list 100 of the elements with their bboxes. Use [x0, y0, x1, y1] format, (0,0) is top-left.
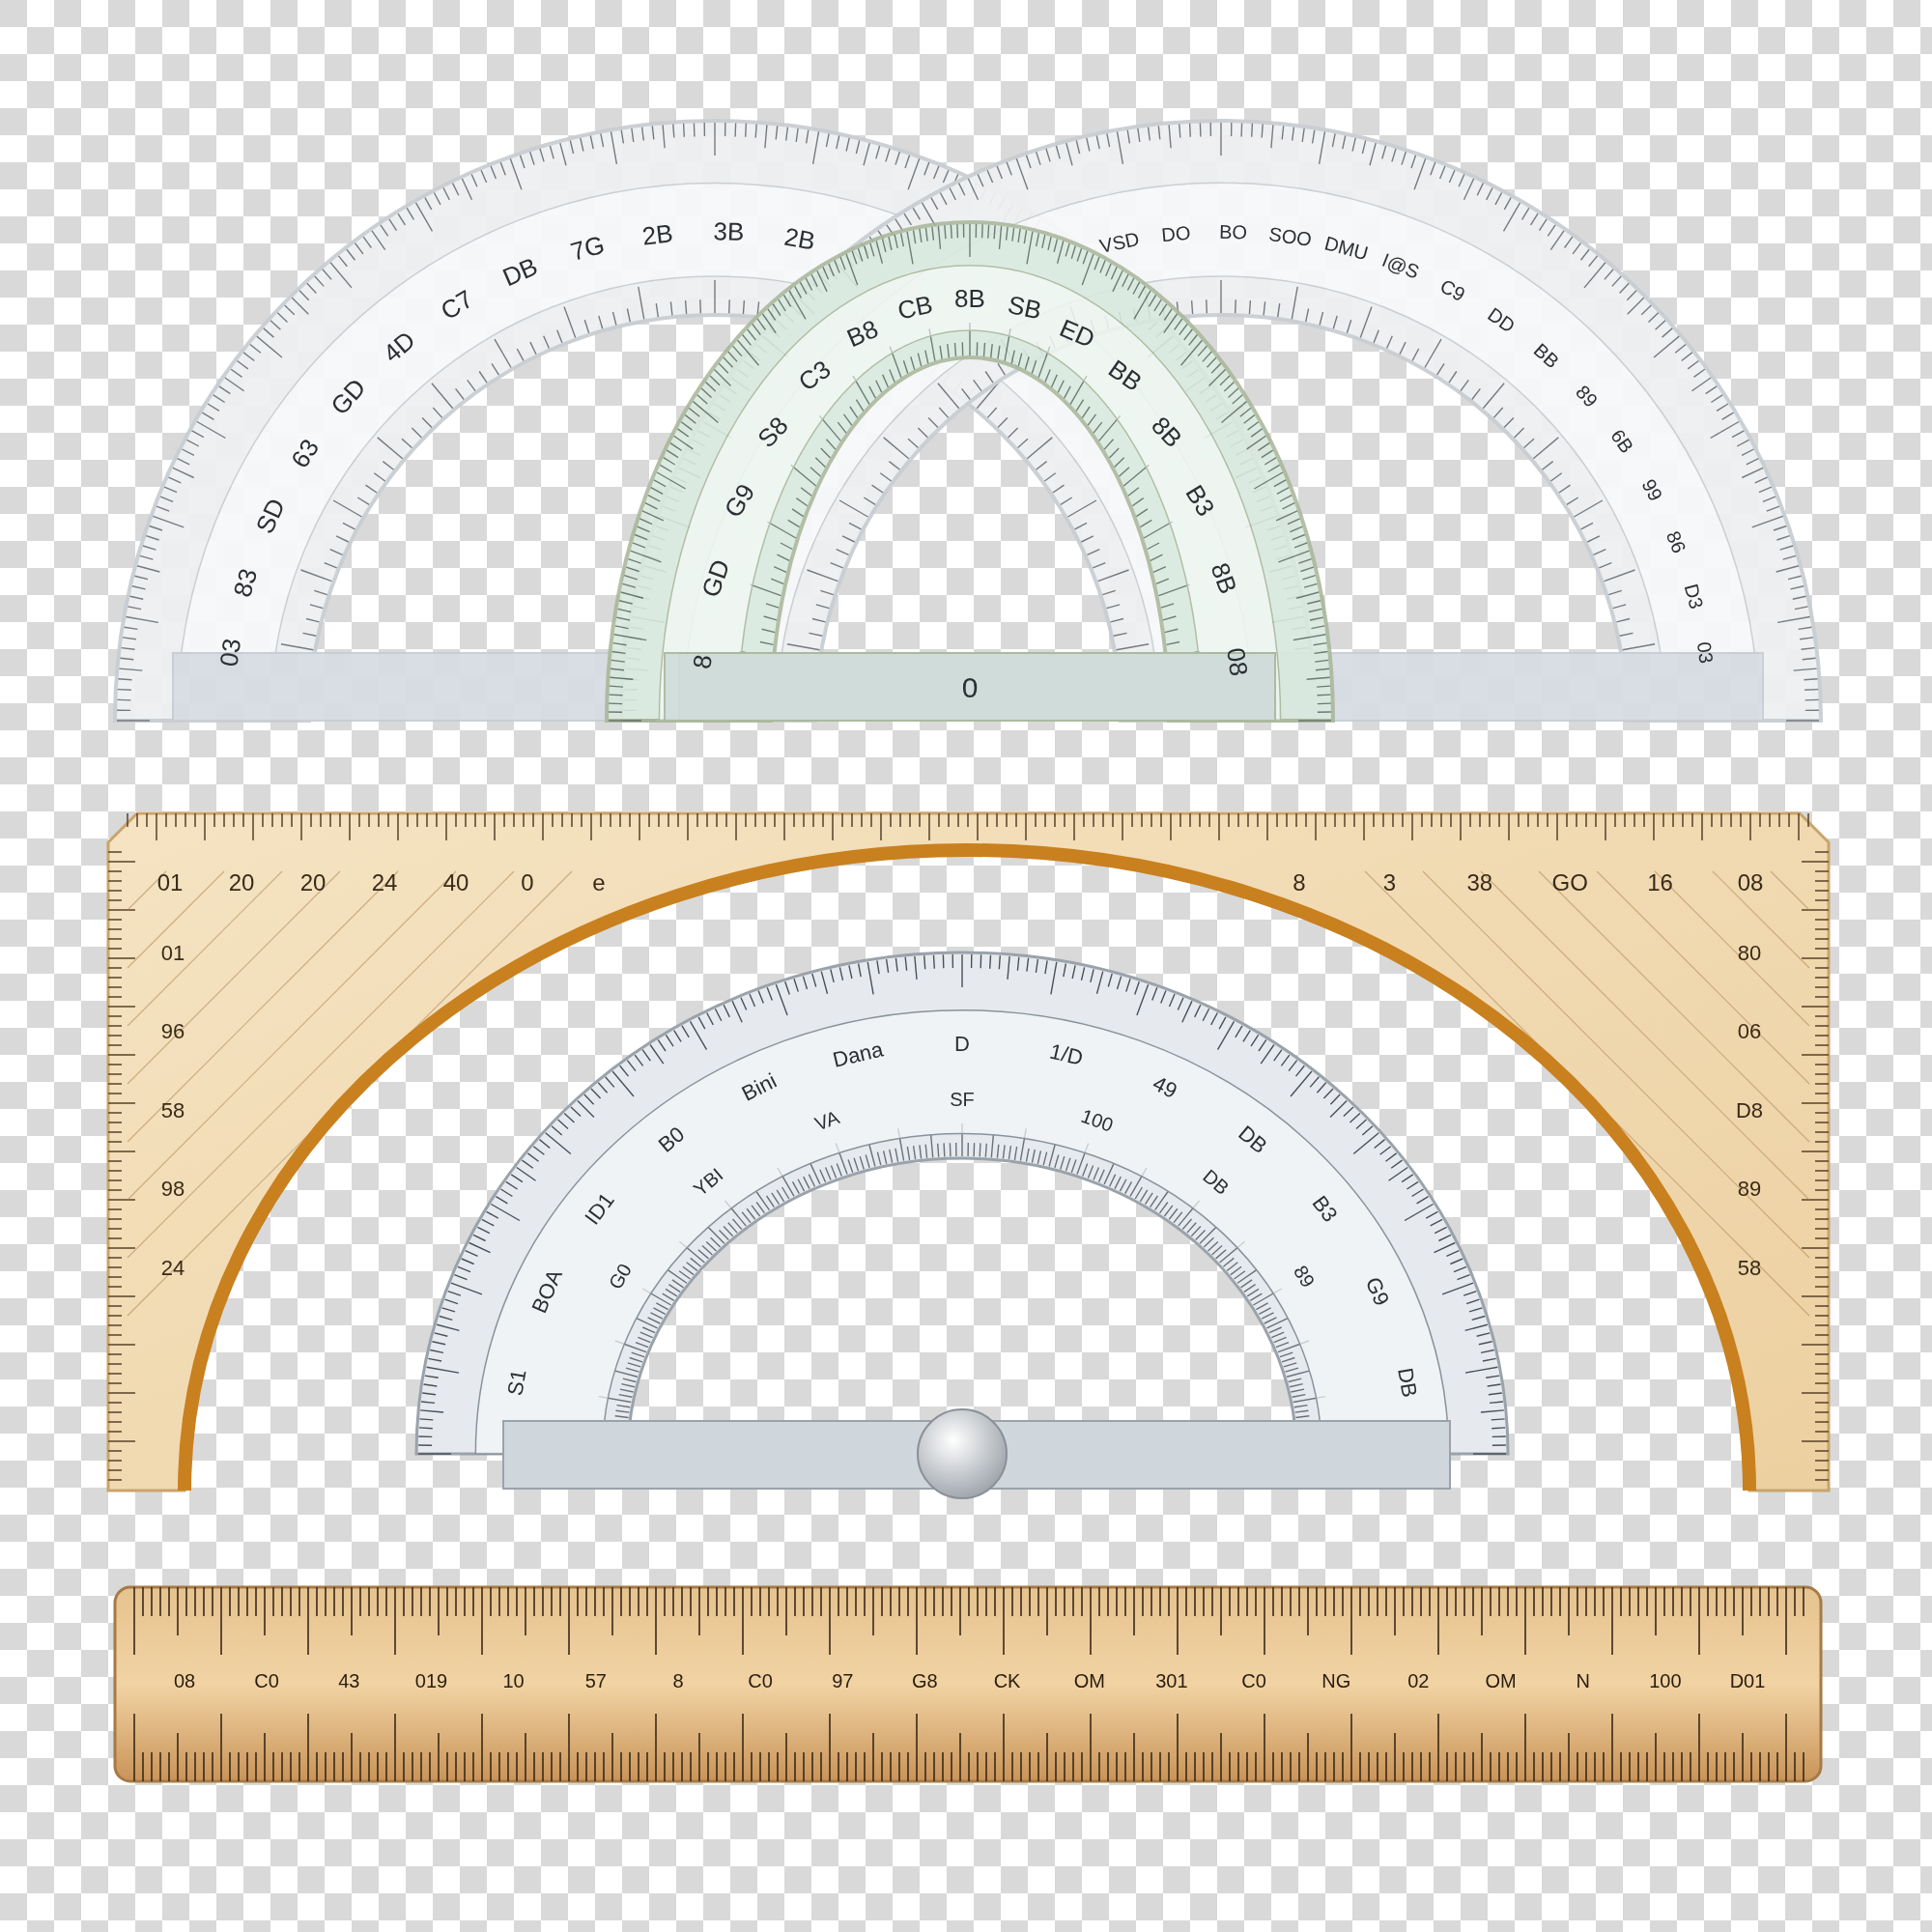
scale-number: 49	[1149, 1070, 1181, 1103]
scale-number: e	[592, 869, 606, 896]
scale-number: 24	[371, 869, 398, 896]
scale-number: VSD	[1097, 227, 1142, 257]
scale-number: C0	[1241, 1670, 1266, 1692]
scale-number: G0	[604, 1260, 636, 1293]
scale-number: Dana	[830, 1037, 886, 1072]
scale-number: DB	[497, 251, 542, 293]
scale-number: 08	[1220, 645, 1254, 678]
scale-number: GO	[1551, 869, 1588, 896]
scale-number: 8	[687, 652, 719, 671]
scale-number: C3	[792, 354, 837, 397]
scale-number: BO	[1218, 220, 1248, 243]
scale-number: DD	[1484, 303, 1520, 337]
scale-number: B8	[842, 314, 883, 354]
scale-number: 58	[160, 1097, 185, 1122]
scale-number: D8	[1735, 1097, 1764, 1122]
scale-number: 2B	[640, 218, 675, 251]
scale-number: D01	[1729, 1670, 1766, 1692]
scale-number: SB	[1005, 289, 1044, 326]
scale-number: 40	[442, 869, 469, 896]
scale-number: NG	[1321, 1670, 1351, 1692]
scale-number: 08	[1737, 869, 1764, 896]
scale-number: 0	[961, 670, 979, 703]
scale-number: 7G	[567, 229, 608, 267]
scale-number: 20	[299, 869, 327, 896]
scale-number: 08	[173, 1670, 196, 1692]
scale-number: C7	[435, 284, 478, 327]
scale-number: 2B	[781, 221, 818, 256]
scale-number: OM	[1485, 1670, 1517, 1692]
scale-number: I@S	[1378, 248, 1423, 283]
scale-number: 24	[160, 1255, 185, 1280]
scale-number: G9	[1360, 1273, 1395, 1310]
scale-number: S8	[752, 411, 794, 454]
scale-number: 16	[1647, 869, 1673, 896]
scale-number: 06	[1737, 1019, 1762, 1044]
scale-number: SF	[950, 1088, 975, 1110]
scale-number: Bini	[737, 1067, 781, 1106]
scale-number: 83	[227, 565, 264, 601]
scale-number: 57	[584, 1670, 607, 1692]
scale-number: 01	[156, 869, 184, 896]
scale-number: 8	[672, 1670, 684, 1692]
scale-number: DO	[1160, 221, 1192, 246]
scale-number: 0	[521, 869, 534, 896]
scale-number: YBI	[689, 1163, 727, 1201]
scale-number: C9	[1436, 274, 1469, 306]
scale-number: CB	[895, 289, 935, 326]
scale-number: G8	[912, 1670, 938, 1692]
scale-number: DB	[1393, 1366, 1422, 1400]
scale-number: 89	[1737, 1177, 1762, 1202]
scale-number: 63	[285, 434, 326, 473]
scale-number: S1	[502, 1367, 531, 1398]
scale-number: B3	[1307, 1191, 1343, 1227]
scale-number: 97	[832, 1670, 854, 1692]
scale-number: 3B	[713, 216, 745, 247]
scale-number: 100	[1649, 1670, 1682, 1692]
scale-number: 301	[1155, 1670, 1188, 1692]
scale-number: 01	[160, 940, 185, 965]
scale-number: C0	[748, 1670, 773, 1692]
scale-number: C0	[254, 1670, 279, 1692]
scale-number: 019	[414, 1670, 448, 1692]
scale-number: 3	[1382, 869, 1397, 896]
scale-number: 86	[1662, 527, 1690, 556]
scale-number: 43	[338, 1670, 360, 1692]
scale-number: GD	[325, 373, 372, 421]
scale-number: 8B	[1205, 558, 1243, 598]
scale-number: BB	[1103, 354, 1148, 397]
scale-number: CK	[993, 1670, 1021, 1692]
scale-number: N	[1576, 1670, 1590, 1692]
scale-number: DMU	[1321, 232, 1371, 265]
scale-number: ID1	[580, 1188, 619, 1230]
scale-number: BOA	[526, 1265, 567, 1317]
scale-number: 6B	[1606, 425, 1638, 458]
scale-number: GD	[696, 555, 736, 602]
scale-number: OM	[1073, 1670, 1105, 1692]
scale-number: 1/D	[1047, 1038, 1086, 1070]
scale-number: SOO	[1267, 222, 1314, 250]
scale-number: 96	[160, 1019, 185, 1044]
scale-number: 98	[160, 1177, 185, 1202]
scale-number: 8B	[954, 284, 985, 314]
scale-number: 99	[1637, 475, 1667, 505]
scale-number: 03	[1692, 640, 1718, 666]
scale-number: 20	[228, 869, 255, 896]
scale-number: 89	[1572, 381, 1603, 412]
scale-number: ED	[1055, 313, 1099, 355]
scale-number: 8B	[1146, 411, 1188, 454]
scale-number: SD	[249, 494, 292, 538]
scale-number: 10	[502, 1670, 525, 1692]
scale-number: VA	[811, 1106, 842, 1135]
scale-number: 8	[1293, 869, 1306, 896]
scale-number: 100	[1078, 1104, 1117, 1136]
scale-number: 4D	[377, 325, 421, 369]
scale-number: 03	[213, 637, 247, 668]
scale-number: DB	[1234, 1121, 1272, 1158]
scale-number: BB	[1529, 339, 1564, 373]
scale-number: D	[954, 1031, 970, 1056]
scale-number: 58	[1737, 1255, 1762, 1280]
scale-number: G9	[718, 478, 761, 523]
scale-number: 80	[1737, 940, 1762, 965]
scale-number: D3	[1680, 582, 1708, 611]
